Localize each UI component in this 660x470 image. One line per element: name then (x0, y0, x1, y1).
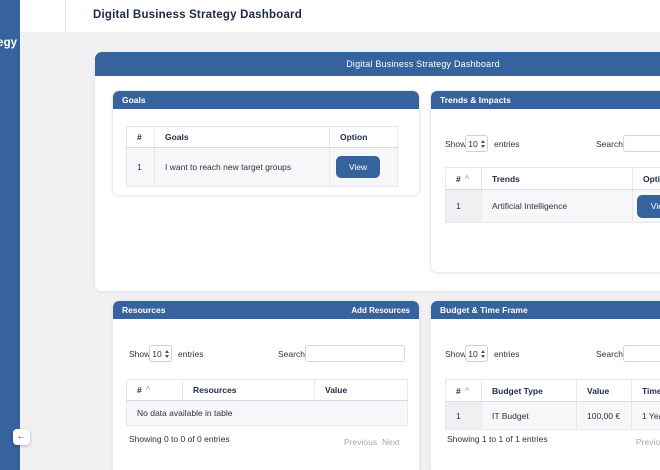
goals-col-num: # (127, 127, 155, 148)
table-row: 1 Artificial Intelligence View (446, 190, 660, 223)
goal-row-text: I want to reach new target groups (155, 148, 330, 187)
dashboard-banner-title: Digital Business Strategy Dashboard (346, 59, 500, 69)
trends-col-option: Option (633, 168, 660, 190)
page-size-select[interactable]: 10 (465, 135, 488, 152)
trends-panel: Trends & Impacts Show 10 entries Search:… (430, 90, 660, 273)
search-label: Search: (596, 139, 625, 149)
header-divider (65, 0, 66, 33)
search-input[interactable] (623, 135, 660, 152)
trends-table: #^ Trends Option 1 Artificial Intelligen… (445, 167, 660, 223)
budget-row-timeframe: 1 Years (632, 402, 660, 430)
show-label: Show (129, 349, 150, 359)
resources-col-value[interactable]: Value (315, 380, 408, 401)
search-label: Search: (596, 349, 625, 359)
trends-panel-title: Trends & Impacts (440, 95, 511, 105)
trend-view-button[interactable]: View (637, 195, 660, 218)
table-info: Showing 0 to 0 of 0 entries (129, 434, 230, 444)
search-input[interactable] (623, 345, 660, 362)
trend-row-text: Artificial Intelligence (482, 190, 633, 223)
goal-row-num: 1 (127, 148, 155, 187)
entries-label: entries (494, 139, 520, 149)
entries-label: entries (178, 349, 204, 359)
sidebar: egy (0, 0, 20, 470)
sidebar-label: egy (0, 37, 17, 49)
sort-asc-icon: ^ (465, 174, 470, 183)
page-size-value: 10 (152, 349, 161, 359)
budget-panel-header: Budget & Time Frame (431, 301, 660, 319)
trends-col-num[interactable]: #^ (446, 168, 482, 190)
budget-row-type: IT Budget (482, 402, 577, 430)
select-spinner-icon (165, 350, 169, 358)
goals-panel: Goals # Goals Option 1 I want to reach n… (112, 90, 420, 196)
resources-panel-title: Resources (122, 305, 165, 315)
budget-panel-title: Budget & Time Frame (440, 305, 528, 315)
trends-panel-header: Trends & Impacts (431, 91, 660, 109)
add-resources-button[interactable]: Add Resources (351, 306, 410, 315)
app-screen: Digital Business Strategy Dashboard Digi… (0, 0, 660, 470)
resources-table: #^ Resources Value No data available in … (126, 379, 408, 426)
top-header: Digital Business Strategy Dashboard (0, 0, 660, 33)
sort-asc-icon: ^ (146, 385, 151, 394)
table-info: Showing 1 to 1 of 1 entries (447, 434, 548, 444)
select-spinner-icon (481, 350, 485, 358)
trends-col-trends[interactable]: Trends (482, 168, 633, 190)
left-arrow-icon: ← (17, 432, 27, 442)
resources-col-resources[interactable]: Resources (183, 380, 315, 401)
goal-view-button[interactable]: View (336, 156, 380, 178)
goals-panel-header: Goals (113, 91, 419, 109)
goals-col-option: Option (330, 127, 398, 148)
budget-col-type[interactable]: Budget Type (482, 380, 577, 402)
trend-row-num: 1 (446, 190, 482, 223)
goals-panel-title: Goals (122, 95, 146, 105)
back-button[interactable]: ← (13, 429, 30, 445)
pagination-previous[interactable]: Previous (344, 437, 377, 447)
page-size-value: 10 (468, 349, 477, 359)
resources-col-num[interactable]: #^ (127, 380, 183, 401)
show-label: Show (445, 349, 466, 359)
sort-asc-icon: ^ (465, 386, 470, 395)
page-size-select[interactable]: 10 (149, 345, 172, 362)
empty-table-message: No data available in table (127, 401, 408, 426)
budget-col-num[interactable]: #^ (446, 380, 482, 402)
search-input[interactable] (305, 345, 405, 362)
budget-panel: Budget & Time Frame Show 10 entries Sear… (430, 300, 660, 470)
table-empty-row: No data available in table (127, 401, 408, 426)
dashboard-banner: Digital Business Strategy Dashboard (95, 52, 660, 76)
budget-col-value[interactable]: Value (577, 380, 632, 402)
select-spinner-icon (481, 140, 485, 148)
pagination-next[interactable]: Next (382, 437, 399, 447)
show-label: Show (445, 139, 466, 149)
table-row: 1 I want to reach new target groups View (127, 148, 398, 187)
page-title: Digital Business Strategy Dashboard (93, 9, 302, 21)
goals-col-goals: Goals (155, 127, 330, 148)
budget-table: #^ Budget Type Value Time Frame 1 IT Bud… (445, 379, 660, 430)
budget-row-value: 100,00 € (577, 402, 632, 430)
page-size-select[interactable]: 10 (465, 345, 488, 362)
page-size-value: 10 (468, 139, 477, 149)
resources-panel: Resources Add Resources Show 10 entries … (112, 300, 420, 470)
goals-table: # Goals Option 1 I want to reach new tar… (126, 126, 398, 187)
search-label: Search: (278, 349, 307, 359)
pagination-previous[interactable]: Previous (636, 437, 660, 447)
table-row: 1 IT Budget 100,00 € 1 Years (446, 402, 660, 430)
budget-row-num: 1 (446, 402, 482, 430)
entries-label: entries (494, 349, 520, 359)
resources-panel-header: Resources Add Resources (113, 301, 419, 319)
budget-col-timeframe[interactable]: Time Frame (632, 380, 660, 402)
